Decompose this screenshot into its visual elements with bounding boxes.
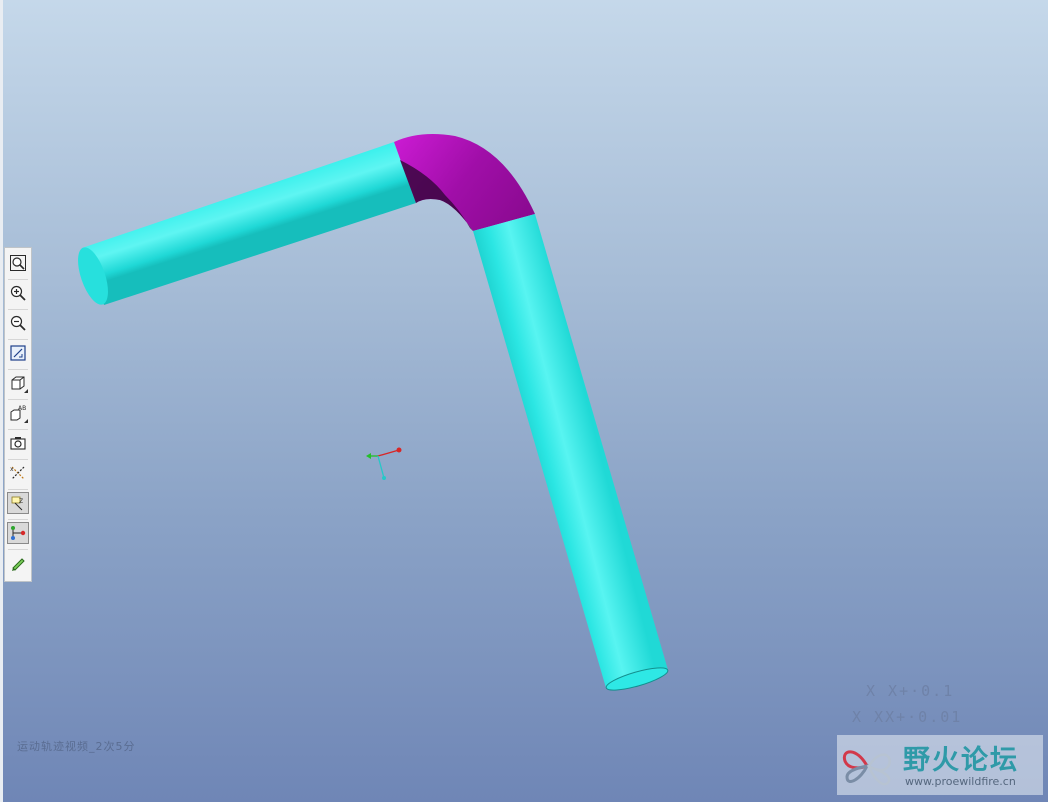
svg-text:Z: Z xyxy=(19,498,23,505)
model-viewport[interactable]: AB x Z 运动轨迹视频_2次5分 X X+·0.1 X XX+·0.01 野… xyxy=(0,0,1048,802)
coordinate-triad xyxy=(366,447,402,480)
datum-axes-button[interactable]: Z xyxy=(7,492,29,514)
repaint-button[interactable] xyxy=(7,342,29,364)
datum-planes-icon: x xyxy=(10,466,25,480)
zoom-in-button[interactable] xyxy=(7,282,29,304)
refit-button[interactable] xyxy=(7,252,29,274)
camera-icon xyxy=(10,437,26,450)
datum-display-button[interactable]: x xyxy=(7,462,29,484)
datum-points-icon xyxy=(11,526,26,540)
zoom-in-icon xyxy=(10,285,26,301)
status-text: 运动轨迹视频_2次5分 xyxy=(17,740,136,753)
watermark-title: 野火论坛 xyxy=(903,745,1019,776)
annotation-display-button[interactable] xyxy=(7,552,29,574)
watermark: 野火论坛 www.proewildfire.cn xyxy=(837,735,1043,795)
view-manager-button[interactable] xyxy=(7,432,29,454)
refit-icon xyxy=(10,255,26,271)
ghost-text-line-2: X XX+·0.01 xyxy=(852,708,963,726)
butterfly-logo-icon xyxy=(842,750,891,786)
display-style-button[interactable] xyxy=(7,372,29,394)
view-toolbar: AB x Z xyxy=(4,247,32,582)
watermark-url: www.proewildfire.cn xyxy=(905,775,1016,788)
datum-axes-icon: Z xyxy=(11,496,23,511)
repaint-icon xyxy=(10,345,26,361)
saved-orientations-button[interactable]: AB xyxy=(7,402,29,424)
pipe-segment-upper xyxy=(82,142,416,305)
svg-text:AB: AB xyxy=(18,405,26,412)
svg-text:x: x xyxy=(10,466,14,473)
ghost-text-line-1: X X+·0.1 xyxy=(866,682,955,700)
datum-points-button[interactable] xyxy=(7,522,29,544)
zoom-out-button[interactable] xyxy=(7,312,29,334)
pipe-segment-lower xyxy=(473,214,668,688)
zoom-out-icon xyxy=(10,315,26,331)
pencil-icon xyxy=(12,558,25,571)
